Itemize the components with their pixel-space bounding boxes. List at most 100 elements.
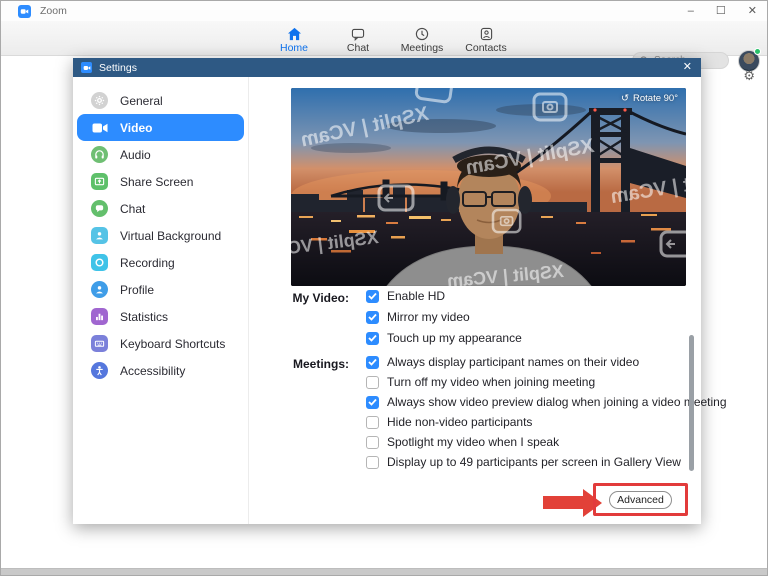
tab-label: Contacts	[465, 42, 506, 54]
checkbox-label: Always display participant names on thei…	[387, 355, 639, 369]
zoom-app-icon	[18, 5, 31, 18]
home-icon	[287, 26, 302, 41]
sidebar-item-statistics[interactable]: Statistics	[77, 303, 244, 330]
sidebar-item-label: Share Screen	[120, 175, 193, 189]
checkbox-label: Display up to 49 participants per screen…	[387, 455, 681, 469]
checkbox[interactable]	[366, 332, 379, 345]
camera-preview-scene: XSplit | VCam XSplit | VCam XSplit | VCa…	[291, 88, 686, 286]
bar-chart-icon	[91, 308, 108, 325]
checkbox-hide-non-video[interactable]: Hide non-video participants	[366, 415, 727, 429]
checkbox[interactable]	[366, 290, 379, 303]
sidebar-item-label: Audio	[120, 148, 151, 162]
clock-icon	[415, 26, 429, 41]
sidebar-item-label: Accessibility	[120, 364, 185, 378]
sidebar-item-chat[interactable]: Chat	[77, 195, 244, 222]
sidebar-item-audio[interactable]: Audio	[77, 141, 244, 168]
keyboard-icon	[91, 335, 108, 352]
checkbox-touch-up-appearance[interactable]: Touch up my appearance	[366, 331, 522, 345]
sidebar-item-share-screen[interactable]: Share Screen	[77, 168, 244, 195]
checkbox-label: Hide non-video participants	[387, 415, 532, 429]
sidebar-item-label: Video	[120, 121, 152, 135]
meetings-group-label: Meetings:	[249, 357, 349, 371]
checkbox-spotlight-my-video[interactable]: Spotlight my video when I speak	[366, 435, 727, 449]
checkbox-49-participants[interactable]: Display up to 49 participants per screen…	[366, 455, 727, 469]
tab-label: Home	[280, 42, 308, 54]
profile-icon	[91, 281, 108, 298]
rotate-icon: ↺	[621, 93, 629, 104]
settings-close-icon[interactable]: ✕	[683, 60, 692, 73]
sidebar-item-keyboard-shortcuts[interactable]: Keyboard Shortcuts	[77, 330, 244, 357]
rotate-control[interactable]: ↺ Rotate 90°	[621, 93, 678, 104]
camera-preview: XSplit | VCam XSplit | VCam XSplit | VCa…	[291, 88, 686, 286]
accessibility-icon	[91, 362, 108, 379]
sidebar-item-recording[interactable]: Recording	[77, 249, 244, 276]
video-camera-icon	[91, 119, 108, 136]
checkbox-enable-hd[interactable]: Enable HD	[366, 289, 522, 303]
checkbox-label: Always show video preview dialog when jo…	[387, 395, 727, 409]
sidebar-item-label: Keyboard Shortcuts	[120, 337, 225, 351]
sidebar-item-label: General	[120, 94, 163, 108]
tab-meetings[interactable]: Meetings	[390, 23, 454, 54]
sidebar-item-label: Virtual Background	[120, 229, 221, 243]
rotate-label: Rotate 90°	[633, 93, 678, 104]
tab-home[interactable]: Home	[262, 23, 326, 54]
settings-titlebar: Settings ✕	[73, 58, 701, 77]
close-button[interactable]: ✕	[748, 1, 757, 21]
headset-icon	[91, 146, 108, 163]
checkbox[interactable]	[366, 416, 379, 429]
virtual-background-icon	[91, 227, 108, 244]
my-video-group-label: My Video:	[249, 291, 349, 305]
sidebar-item-video[interactable]: Video	[77, 114, 244, 141]
checkbox-turn-off-video-joining[interactable]: Turn off my video when joining meeting	[366, 375, 727, 389]
window-bottom-edge	[1, 568, 767, 575]
share-screen-icon	[91, 173, 108, 190]
checkbox-display-participant-names[interactable]: Always display participant names on thei…	[366, 355, 727, 369]
checkbox[interactable]	[366, 376, 379, 389]
checkbox-label: Enable HD	[387, 289, 445, 303]
sidebar-item-general[interactable]: General	[77, 87, 244, 114]
tab-label: Meetings	[401, 42, 444, 54]
tab-label: Chat	[347, 42, 369, 54]
scrollbar-thumb[interactable]	[689, 335, 694, 471]
sidebar-item-virtual-background[interactable]: Virtual Background	[77, 222, 244, 249]
checkbox-label: Mirror my video	[387, 310, 470, 324]
online-status-dot	[754, 48, 761, 55]
checkbox-label: Touch up my appearance	[387, 331, 522, 345]
checkbox-label: Turn off my video when joining meeting	[387, 375, 595, 389]
checkbox-video-preview-dialog[interactable]: Always show video preview dialog when jo…	[366, 395, 727, 409]
settings-dialog: Settings ✕ General Video	[73, 58, 701, 524]
window-titlebar: Zoom – ☐ ✕	[1, 1, 767, 21]
checkbox[interactable]	[366, 456, 379, 469]
window-title: Zoom	[40, 5, 67, 17]
checkbox-mirror-my-video[interactable]: Mirror my video	[366, 310, 522, 324]
tab-contacts[interactable]: Contacts	[454, 23, 518, 54]
contacts-icon	[480, 26, 493, 41]
chat-icon	[91, 200, 108, 217]
chat-bubble-icon	[351, 26, 365, 41]
record-icon	[91, 254, 108, 271]
gear-icon[interactable]: ⚙	[743, 68, 755, 84]
sidebar-item-accessibility[interactable]: Accessibility	[77, 357, 244, 384]
checkbox[interactable]	[366, 396, 379, 409]
checkbox[interactable]	[366, 311, 379, 324]
advanced-button[interactable]: Advanced	[609, 491, 672, 509]
zoom-window: Zoom – ☐ ✕ Home Chat	[0, 0, 768, 576]
maximize-button[interactable]: ☐	[716, 1, 726, 21]
tab-chat[interactable]: Chat	[326, 23, 390, 54]
checkbox-label: Spotlight my video when I speak	[387, 435, 559, 449]
settings-title: Settings	[99, 62, 137, 74]
sidebar-item-label: Chat	[120, 202, 145, 216]
checkbox[interactable]	[366, 356, 379, 369]
settings-camera-icon	[81, 62, 92, 73]
gear-icon	[91, 92, 108, 109]
minimize-button[interactable]: –	[688, 1, 694, 21]
red-arrow	[543, 496, 585, 509]
settings-sidebar: General Video Audio	[73, 77, 249, 524]
sidebar-item-label: Statistics	[120, 310, 168, 324]
sidebar-item-label: Recording	[120, 256, 175, 270]
main-navbar: Home Chat Meetings Contacts	[1, 21, 767, 56]
checkbox[interactable]	[366, 436, 379, 449]
video-settings-panel: XSplit | VCam XSplit | VCam XSplit | VCa…	[249, 77, 701, 524]
sidebar-item-label: Profile	[120, 283, 154, 297]
sidebar-item-profile[interactable]: Profile	[77, 276, 244, 303]
